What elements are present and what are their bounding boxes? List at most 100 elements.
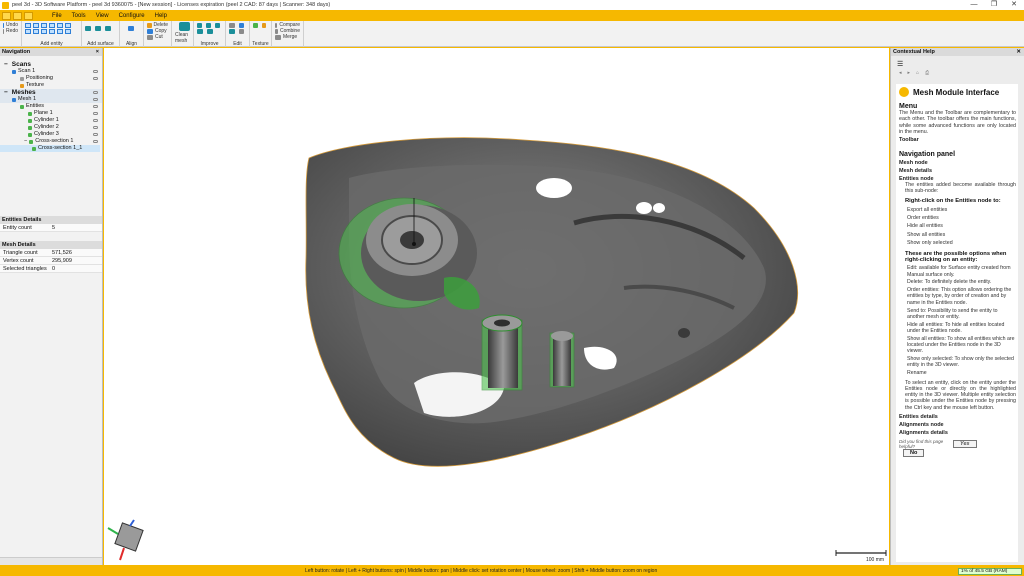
clean-mesh-button[interactable]: Clean mesh: [175, 22, 193, 44]
tree-cross-section1[interactable]: − Cross-section 1: [0, 138, 102, 145]
tree-cross-section1-1[interactable]: Cross-section 1_1: [0, 145, 100, 152]
no-button[interactable]: No: [903, 449, 925, 457]
manual-surface-icon[interactable]: [85, 26, 91, 31]
add-surface-label: Add surface: [87, 41, 114, 47]
hamburger-menu-icon[interactable]: ☰: [891, 56, 1024, 68]
circle-entity-icon[interactable]: [49, 23, 55, 28]
menu-tools[interactable]: Tools: [67, 13, 91, 19]
toolbar-link[interactable]: Toolbar: [899, 137, 1016, 143]
tree-cylinder2[interactable]: Cylinder 2: [0, 124, 102, 131]
cross-section-entity-icon[interactable]: [33, 29, 39, 34]
mirror-icon[interactable]: [238, 29, 244, 34]
visibility-eye-icon[interactable]: [93, 105, 98, 108]
help-list-item: Export all entities: [907, 206, 948, 213]
visibility-eye-icon[interactable]: [93, 77, 98, 80]
print-icon[interactable]: ⎙: [925, 70, 929, 76]
cylinder-icon: [28, 118, 32, 123]
collapse-arrow-icon[interactable]: −: [4, 61, 8, 68]
align-icon[interactable]: [127, 26, 134, 31]
edit-tool-icon[interactable]: [229, 23, 235, 28]
mesh-hole: [678, 328, 690, 338]
nurbs-surface-icon[interactable]: [105, 26, 111, 31]
visibility-eye-icon[interactable]: [93, 119, 98, 122]
menu-view[interactable]: View: [91, 13, 114, 19]
mesh-node-link[interactable]: Mesh node: [899, 160, 1016, 166]
window-title: peel 3d - 3D Software Platform - peel 3d…: [12, 2, 331, 8]
yes-button[interactable]: Yes: [953, 440, 977, 448]
visibility-eye-icon[interactable]: [93, 140, 98, 143]
plane-icon: [28, 111, 32, 116]
back-arrow-icon[interactable]: ◂: [899, 70, 902, 76]
redo-button[interactable]: Redo: [3, 28, 18, 34]
tree-positioning[interactable]: Positioning: [0, 75, 102, 82]
close-button[interactable]: ✕: [1004, 0, 1024, 10]
point-entity-icon[interactable]: [25, 23, 31, 28]
texture-icon[interactable]: [253, 23, 258, 28]
surface-entity-icon[interactable]: [65, 29, 71, 34]
collapse-arrow-icon[interactable]: −: [4, 89, 8, 96]
feedback-row: Did you find this page helpful? Yes: [899, 439, 1016, 449]
scan-icon: [12, 69, 16, 74]
cone-entity-icon[interactable]: [65, 23, 71, 28]
tree-entities[interactable]: Entities: [0, 103, 102, 110]
tree-cylinder1[interactable]: Cylinder 1: [0, 117, 102, 124]
home-icon[interactable]: ⌂: [916, 70, 919, 76]
minimize-button[interactable]: —: [964, 0, 984, 10]
new-session-icon[interactable]: [2, 11, 11, 20]
open-icon[interactable]: [13, 11, 22, 20]
slot-entity-icon[interactable]: [57, 29, 63, 34]
help-list-item: Show all entities: [907, 231, 946, 238]
decimate-icon[interactable]: [215, 23, 220, 28]
menu-help[interactable]: Help: [150, 13, 172, 19]
fill-holes-icon[interactable]: [206, 23, 211, 28]
entities-details-link[interactable]: Entities details: [899, 414, 1016, 420]
tree-plane1[interactable]: Plane 1: [0, 110, 102, 117]
tree-mesh1[interactable]: Mesh 1: [0, 96, 102, 103]
color-icon[interactable]: [261, 23, 266, 28]
box-entity-icon[interactable]: [49, 29, 55, 34]
tree-cylinder3[interactable]: Cylinder 3: [0, 131, 102, 138]
menu-configure[interactable]: Configure: [114, 13, 150, 19]
sphere-entity-icon[interactable]: [25, 29, 31, 34]
alignments-node-link[interactable]: Alignments node: [899, 422, 1016, 428]
tree-texture[interactable]: Texture: [0, 82, 102, 89]
visibility-eye-icon[interactable]: [93, 112, 98, 115]
tree-scans[interactable]: − Scans: [0, 61, 102, 68]
panel-scrollbar[interactable]: [0, 557, 102, 565]
maximize-button[interactable]: ❐: [984, 0, 1004, 10]
axis-gizmo[interactable]: [107, 519, 144, 561]
texture-node-icon: [20, 83, 24, 88]
visibility-eye-icon[interactable]: [93, 133, 98, 136]
collapse-arrow-icon[interactable]: −: [24, 138, 27, 145]
remesh-icon[interactable]: [207, 29, 213, 34]
subdivide-icon[interactable]: [197, 29, 203, 34]
cylinder-entity-icon[interactable]: [57, 23, 63, 28]
mouse-hint: Left button: rotate | Left + Right butto…: [305, 568, 658, 574]
navigation-panel: Navigation × − Scans Scan 1 Positioning Te…: [0, 48, 103, 565]
plane-entity-icon[interactable]: [41, 23, 47, 28]
auto-surface-icon[interactable]: [95, 26, 101, 31]
cut-button[interactable]: Cut: [147, 34, 168, 40]
visibility-eye-icon[interactable]: [93, 91, 98, 94]
boundary-icon[interactable]: [229, 29, 235, 34]
mesh-details-link[interactable]: Mesh details: [899, 168, 1016, 174]
forward-arrow-icon[interactable]: ▸: [908, 70, 911, 76]
visibility-eye-icon[interactable]: [93, 70, 98, 73]
visibility-eye-icon[interactable]: [93, 98, 98, 101]
delete-icon: [147, 22, 152, 28]
3d-viewport[interactable]: 100 mm: [104, 48, 889, 565]
line-entity-icon[interactable]: [33, 23, 39, 28]
mesh-render[interactable]: 100 mm: [104, 48, 889, 565]
tree-meshes[interactable]: − Meshes: [0, 89, 102, 96]
polyline-entity-icon[interactable]: [41, 29, 47, 34]
transform-icon[interactable]: [238, 23, 244, 28]
save-icon[interactable]: [24, 11, 33, 20]
alignments-details-link[interactable]: Alignments details: [899, 430, 1016, 436]
visibility-eye-icon[interactable]: [93, 126, 98, 129]
merge-button[interactable]: Merge: [275, 34, 300, 40]
collapse-icon[interactable]: ×: [96, 48, 99, 56]
close-panel-icon[interactable]: ✕: [1016, 48, 1021, 56]
menu-file[interactable]: File: [47, 13, 67, 19]
smooth-icon[interactable]: [197, 23, 202, 28]
tree-scan1[interactable]: Scan 1: [0, 68, 102, 75]
